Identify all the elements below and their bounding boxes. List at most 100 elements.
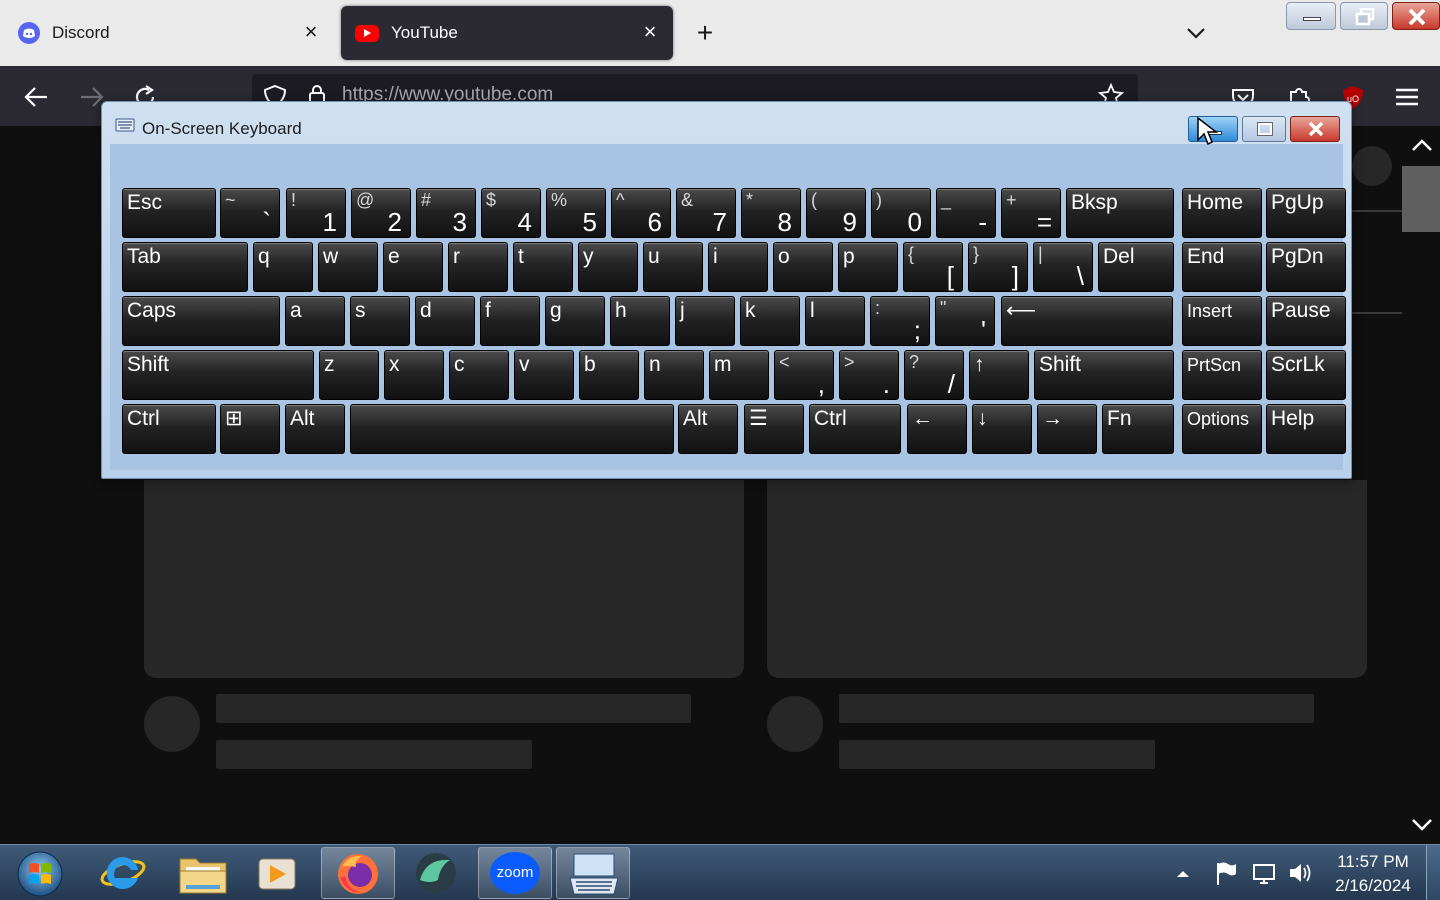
key-0-14[interactable]: Bksp xyxy=(1066,188,1174,238)
key-2-11[interactable]: " ' xyxy=(935,296,995,346)
key-0-1[interactable]: ~ ` xyxy=(220,188,280,238)
key-0-4[interactable]: #3 xyxy=(416,188,476,238)
chevron-down-icon[interactable] xyxy=(1182,20,1210,46)
key-0-5[interactable]: $4 xyxy=(481,188,541,238)
key-1-13[interactable]: | \ xyxy=(1033,242,1093,292)
tab-youtube[interactable]: YouTube × xyxy=(341,6,673,60)
key-0-13[interactable]: + = xyxy=(1001,188,1061,238)
key-1-12[interactable]: }] xyxy=(968,242,1028,292)
key-3-0[interactable]: Shift xyxy=(122,350,314,400)
tab-discord[interactable]: Discord × xyxy=(4,6,334,60)
key-2-5[interactable]: g xyxy=(545,296,605,346)
key-2-7[interactable]: j xyxy=(675,296,735,346)
key-1-3[interactable]: e xyxy=(383,242,443,292)
network-icon[interactable] xyxy=(1250,859,1278,887)
key-4-5[interactable]: ☰ xyxy=(744,404,804,454)
page-scrollbar[interactable] xyxy=(1402,126,1440,844)
key-3-8[interactable]: <, xyxy=(774,350,834,400)
key-4-9[interactable]: → xyxy=(1037,404,1097,454)
key-3-11[interactable]: ↑ xyxy=(969,350,1029,400)
key-3-3[interactable]: c xyxy=(449,350,509,400)
key-1-0[interactable]: Tab xyxy=(122,242,248,292)
key-1-11[interactable]: {[ xyxy=(903,242,963,292)
scroll-up-arrow-icon[interactable] xyxy=(1410,134,1434,156)
key-3-1[interactable]: z xyxy=(319,350,379,400)
key-3-10[interactable]: ? / xyxy=(904,350,964,400)
close-window-button[interactable] xyxy=(1392,2,1440,30)
key-2-8[interactable]: k xyxy=(740,296,800,346)
key-1-8[interactable]: i xyxy=(708,242,768,292)
key-4-6[interactable]: Ctrl xyxy=(809,404,901,454)
key-1-16[interactable]: PgDn xyxy=(1266,242,1346,292)
on-screen-keyboard-taskbar-icon[interactable] xyxy=(556,847,630,899)
key-4-7[interactable]: ← xyxy=(907,404,967,454)
key-2-1[interactable]: a xyxy=(285,296,345,346)
action-center-flag-icon[interactable] xyxy=(1212,859,1240,887)
close-button[interactable] xyxy=(1290,116,1340,142)
key-2-4[interactable]: f xyxy=(480,296,540,346)
key-3-7[interactable]: m xyxy=(709,350,769,400)
media-player-taskbar-icon[interactable] xyxy=(240,847,314,899)
show-desktop-button[interactable] xyxy=(1426,845,1440,900)
key-4-8[interactable]: ↓ xyxy=(972,404,1032,454)
key-2-2[interactable]: s xyxy=(350,296,410,346)
key-2-6[interactable]: h xyxy=(610,296,670,346)
key-4-1[interactable]: ⊞ xyxy=(220,404,280,454)
app-orb-taskbar-icon[interactable] xyxy=(400,847,474,899)
key-3-14[interactable]: ScrLk xyxy=(1266,350,1346,400)
key-3-9[interactable]: >. xyxy=(839,350,899,400)
file-explorer-taskbar-icon[interactable] xyxy=(166,847,240,899)
key-3-5[interactable]: b xyxy=(579,350,639,400)
key-0-10[interactable]: (9 xyxy=(806,188,866,238)
key-4-11[interactable]: Options xyxy=(1182,404,1262,454)
scroll-down-arrow-icon[interactable] xyxy=(1410,814,1434,836)
key-0-0[interactable]: Esc xyxy=(122,188,216,238)
key-2-9[interactable]: l xyxy=(805,296,865,346)
key-1-15[interactable]: End xyxy=(1182,242,1262,292)
key-0-16[interactable]: PgUp xyxy=(1266,188,1346,238)
close-tab-icon[interactable]: × xyxy=(639,21,661,43)
key-1-6[interactable]: y xyxy=(578,242,638,292)
key-1-4[interactable]: r xyxy=(448,242,508,292)
key-4-4[interactable]: Alt xyxy=(678,404,738,454)
key-0-6[interactable]: % 5 xyxy=(546,188,606,238)
key-3-13[interactable]: PrtScn xyxy=(1182,350,1262,400)
key-0-12[interactable]: _ - xyxy=(936,188,996,238)
maximize-button[interactable] xyxy=(1242,116,1286,142)
key-0-2[interactable]: ! 1 xyxy=(286,188,346,238)
internet-explorer-taskbar-icon[interactable] xyxy=(86,847,160,899)
key-1-7[interactable]: u xyxy=(643,242,703,292)
key-4-2[interactable]: Alt xyxy=(285,404,345,454)
restore-window-button[interactable] xyxy=(1340,2,1388,30)
key-2-10[interactable]: :; xyxy=(870,296,930,346)
key-1-9[interactable]: o xyxy=(773,242,833,292)
key-0-3[interactable]: @2 xyxy=(351,188,411,238)
show-hidden-icons-icon[interactable] xyxy=(1174,867,1192,881)
key-1-5[interactable]: t xyxy=(513,242,573,292)
menu-hamburger-icon[interactable] xyxy=(1392,82,1422,112)
clock-date[interactable]: 2/16/2024 xyxy=(1328,876,1418,896)
scrollbar-thumb[interactable] xyxy=(1402,166,1440,232)
volume-icon[interactable] xyxy=(1286,859,1314,887)
key-1-2[interactable]: w xyxy=(318,242,378,292)
key-3-4[interactable]: v xyxy=(514,350,574,400)
key-4-0[interactable]: Ctrl xyxy=(122,404,216,454)
close-tab-icon[interactable]: × xyxy=(300,21,322,43)
key-1-10[interactable]: p xyxy=(838,242,898,292)
zoom-taskbar-icon[interactable]: zoom xyxy=(478,847,552,899)
key-2-14[interactable]: Pause xyxy=(1266,296,1346,346)
key-4-10[interactable]: Fn xyxy=(1102,404,1174,454)
start-button[interactable] xyxy=(2,847,78,899)
key-2-3[interactable]: d xyxy=(415,296,475,346)
key-0-11[interactable]: ) 0 xyxy=(871,188,931,238)
back-arrow-icon[interactable] xyxy=(22,82,52,112)
new-tab-button[interactable]: + xyxy=(690,18,720,48)
key-2-12[interactable]: ⟵ xyxy=(1001,296,1173,346)
minimize-window-button[interactable] xyxy=(1286,2,1336,30)
key-1-1[interactable]: q xyxy=(253,242,313,292)
key-4-3[interactable] xyxy=(350,404,674,454)
key-3-12[interactable]: Shift xyxy=(1034,350,1174,400)
key-3-6[interactable]: n xyxy=(644,350,704,400)
clock-time[interactable]: 11:57 PM xyxy=(1328,852,1418,872)
key-2-0[interactable]: Caps xyxy=(122,296,280,346)
